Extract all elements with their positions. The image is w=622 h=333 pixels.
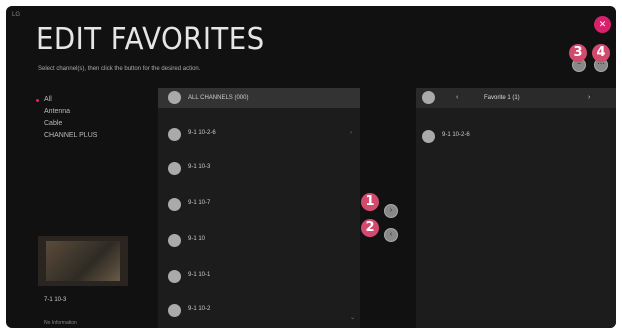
select-all-favorites-checkbox[interactable] xyxy=(422,91,435,104)
remove-from-favorites-button[interactable]: ‹ xyxy=(384,228,398,242)
channel-row[interactable]: 9-1 10-2-6 › xyxy=(158,118,360,152)
channel-label: 9-1 10 xyxy=(188,236,206,242)
channel-row[interactable]: 9-1 10-3 xyxy=(158,152,360,186)
channel-checkbox[interactable] xyxy=(168,162,181,175)
category-item-channel-plus[interactable]: CHANNEL PLUS xyxy=(36,132,97,144)
channel-row[interactable]: 9-1 10-1 xyxy=(158,260,360,294)
channel-list-header[interactable]: ALL CHANNELS (000) xyxy=(158,88,360,108)
prev-group-arrow[interactable]: ‹ xyxy=(456,94,458,101)
arrow-right-icon: › xyxy=(389,207,393,214)
favorite-checkbox[interactable] xyxy=(422,130,435,143)
callout-3: 3 xyxy=(569,44,587,62)
page-subtitle: Select channel(s), then click the button… xyxy=(38,66,201,72)
channel-list-header-label: ALL CHANNELS (000) xyxy=(188,95,249,101)
channel-list-panel: ALL CHANNELS (000) 9-1 10-2-6 › 9-1 10-3… xyxy=(158,88,360,328)
brand-logo: LG xyxy=(12,12,21,18)
category-list: All Antenna Cable CHANNEL PLUS xyxy=(36,96,97,144)
channel-checkbox[interactable] xyxy=(168,304,181,317)
callout-2: 2 xyxy=(361,219,379,237)
category-item-antenna[interactable]: Antenna xyxy=(36,108,97,120)
close-icon: ✕ xyxy=(598,19,607,29)
select-all-checkbox[interactable] xyxy=(168,91,181,104)
add-to-favorites-button[interactable]: › xyxy=(384,204,398,218)
channel-row[interactable]: 9-1 10 xyxy=(158,224,360,258)
delete-icon: − xyxy=(576,61,582,68)
channel-checkbox[interactable] xyxy=(168,234,181,247)
channel-checkbox[interactable] xyxy=(168,198,181,211)
favorite-row[interactable]: 9-1 10-2-6 xyxy=(416,124,616,158)
channel-row[interactable]: 9-1 10-2 ⌄ xyxy=(158,294,360,328)
preview-image xyxy=(46,241,120,281)
preview-channel-label: 7-1 10-3 xyxy=(44,297,67,303)
close-button[interactable]: ✕ xyxy=(594,16,611,33)
more-icon: ⋯ xyxy=(597,61,605,68)
channel-row[interactable]: 9-1 10-7 xyxy=(158,188,360,222)
channel-checkbox[interactable] xyxy=(168,270,181,283)
next-group-arrow[interactable]: › xyxy=(588,94,590,101)
category-item-all[interactable]: All xyxy=(36,96,97,108)
favorite-label: 9-1 10-2-6 xyxy=(442,132,470,138)
channel-label: 9-1 10-2-6 xyxy=(188,130,216,136)
channel-label: 9-1 10-2 xyxy=(188,306,211,312)
preview-info-label: No Information xyxy=(44,320,77,326)
channel-label: 9-1 10-7 xyxy=(188,200,211,206)
favorites-panel: ‹ Favorite 1 (1) › 9-1 10-2-6 xyxy=(416,88,616,328)
favorites-group-title: Favorite 1 (1) xyxy=(484,95,520,101)
channel-preview xyxy=(38,236,128,286)
tv-screen: LG EDIT FAVORITES Select channel(s), the… xyxy=(6,6,616,328)
arrow-left-icon: ‹ xyxy=(389,231,393,238)
scroll-up-indicator: › xyxy=(350,130,352,136)
favorites-header: ‹ Favorite 1 (1) › xyxy=(416,88,616,108)
channel-label: 9-1 10-3 xyxy=(188,164,211,170)
callout-4: 4 xyxy=(592,44,610,62)
channel-label: 9-1 10-1 xyxy=(188,272,211,278)
category-item-cable[interactable]: Cable xyxy=(36,120,97,132)
page-title: EDIT FAVORITES xyxy=(36,22,265,57)
channel-checkbox[interactable] xyxy=(168,128,181,141)
callout-1: 1 xyxy=(361,193,379,211)
scroll-down-indicator: ⌄ xyxy=(350,315,356,321)
